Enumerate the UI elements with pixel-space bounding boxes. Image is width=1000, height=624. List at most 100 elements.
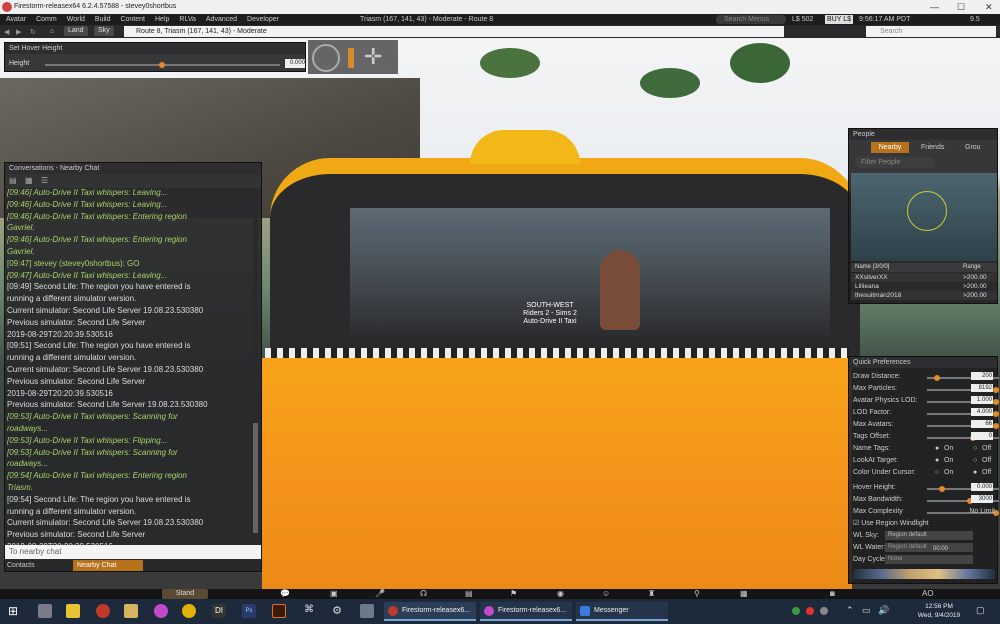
- name-column-header[interactable]: Name [3/0/0]: [855, 263, 889, 272]
- pref-value[interactable]: 1.000: [971, 396, 993, 404]
- history-icon[interactable]: ▦: [25, 176, 33, 185]
- radio-off-icon[interactable]: ○: [973, 457, 977, 464]
- speak-button-icon[interactable]: ☊: [420, 589, 427, 598]
- notes-icon[interactable]: [66, 604, 80, 618]
- chat-button-icon[interactable]: 💬: [280, 589, 290, 598]
- wl-water-select[interactable]: Region default: [885, 543, 973, 552]
- people-button-icon[interactable]: ☺: [602, 589, 610, 598]
- people-row[interactable]: Lillieana >200.00: [851, 282, 997, 291]
- maximize-icon[interactable]: ☐: [957, 0, 965, 14]
- pref-value[interactable]: 4.000: [971, 408, 993, 416]
- search-button-icon[interactable]: ⚲: [694, 589, 700, 598]
- hover-height-value[interactable]: 0.000: [971, 483, 993, 491]
- tab-contacts[interactable]: Contacts: [5, 560, 71, 571]
- land-button[interactable]: Land: [64, 26, 88, 36]
- hover-height-value[interactable]: 0.000: [285, 59, 305, 68]
- file-explorer-icon[interactable]: [124, 604, 138, 618]
- minimap[interactable]: [851, 173, 997, 261]
- menu-build[interactable]: Build: [95, 14, 111, 25]
- menu-rlva[interactable]: RLVa: [179, 14, 195, 25]
- photos-icon[interactable]: [360, 604, 374, 618]
- pref-value[interactable]: 66: [971, 420, 993, 428]
- movement-controls[interactable]: ✛: [308, 40, 398, 74]
- facebook-button-icon[interactable]: ▤: [465, 589, 473, 598]
- menu-developer[interactable]: Developer: [247, 14, 279, 25]
- people-row[interactable]: thesuitman2018 >200.00: [851, 291, 997, 300]
- walk-button-icon[interactable]: ⚑: [510, 589, 517, 598]
- map-button-icon[interactable]: ▣: [330, 589, 338, 598]
- di-app-icon[interactable]: DI: [212, 604, 226, 618]
- menu-search-input[interactable]: Search Menus: [716, 15, 786, 24]
- wl-sky-select[interactable]: Region default: [885, 531, 973, 540]
- zoom-slider[interactable]: [348, 48, 354, 68]
- sky-button[interactable]: Sky: [94, 26, 114, 36]
- chat-message: Previous simulator: Second Life Server: [7, 376, 146, 386]
- taskbar-item-firestorm-1[interactable]: Firestorm-releasex6...: [384, 602, 476, 621]
- menu-comm[interactable]: Comm: [36, 14, 57, 25]
- menu-content[interactable]: Content: [120, 14, 145, 25]
- chat-scrollbar[interactable]: [253, 193, 258, 543]
- view-button-icon[interactable]: ◉: [557, 589, 564, 598]
- menu-avatar[interactable]: Avatar: [6, 14, 26, 25]
- snapshot-button-icon[interactable]: ◙: [830, 589, 835, 598]
- home-icon[interactable]: ⌂: [50, 25, 54, 38]
- tray-icon[interactable]: [792, 607, 800, 615]
- firestorm-icon[interactable]: [96, 604, 110, 618]
- radio-on-icon[interactable]: ●: [935, 445, 939, 452]
- menu-help[interactable]: Help: [155, 14, 169, 25]
- network-icon[interactable]: ▭: [862, 605, 871, 616]
- windows-start-icon[interactable]: ⊞: [8, 604, 22, 618]
- volume-icon[interactable]: 🔊: [878, 605, 889, 616]
- voice-button-icon[interactable]: 🎤: [375, 589, 385, 598]
- radio-off-icon[interactable]: ●: [973, 469, 977, 476]
- minimize-icon[interactable]: —: [930, 0, 939, 14]
- day-cycle-track[interactable]: [853, 569, 995, 579]
- people-row[interactable]: XXsilverXX >200.00: [851, 273, 997, 282]
- settings-icon[interactable]: ☰: [41, 176, 48, 185]
- day-cycle-select[interactable]: None: [885, 555, 973, 564]
- taskbar-item-messenger[interactable]: Messenger: [576, 602, 668, 621]
- system-clock[interactable]: 12:56 PM Wed, 9/4/2019: [914, 602, 964, 620]
- tray-icon[interactable]: [820, 607, 828, 615]
- camera-orbit-icon[interactable]: [312, 44, 340, 72]
- max-bandwidth-value[interactable]: 3000: [971, 495, 993, 503]
- appearance-button-icon[interactable]: ♜: [648, 589, 655, 598]
- chat-icon[interactable]: ▤: [9, 176, 17, 185]
- search-input[interactable]: Search: [866, 26, 996, 37]
- pan-icon[interactable]: ✛: [364, 44, 382, 70]
- hover-height-slider[interactable]: [45, 62, 280, 68]
- illustrator-icon[interactable]: [272, 604, 286, 618]
- cortana-icon[interactable]: [38, 604, 52, 618]
- radio-off-icon[interactable]: ○: [973, 445, 977, 452]
- radio-on-icon[interactable]: ●: [935, 457, 939, 464]
- menu-world[interactable]: World: [67, 14, 85, 25]
- firefox-icon[interactable]: [154, 604, 168, 618]
- chrome-icon[interactable]: [182, 604, 196, 618]
- stand-button[interactable]: Stand: [162, 589, 208, 599]
- radio-on-icon[interactable]: ○: [935, 469, 939, 476]
- location-input[interactable]: Route 8, Triasm (167, 141, 43) - Moderat…: [124, 26, 784, 37]
- tray-icon[interactable]: [806, 607, 814, 615]
- ao-button[interactable]: AO: [922, 589, 934, 598]
- pref-value[interactable]: 200: [971, 372, 993, 380]
- tab-groups[interactable]: Grou: [965, 142, 981, 153]
- tab-friends[interactable]: Friends: [921, 142, 944, 153]
- photoshop-icon[interactable]: Ps: [242, 604, 256, 618]
- region-windlight-checkbox[interactable]: ☑ Use Region Windlight: [853, 519, 929, 527]
- chevron-up-icon[interactable]: ⌃: [846, 605, 854, 616]
- settings-gear-icon[interactable]: ⚙: [330, 604, 344, 618]
- world-map-button-icon[interactable]: ▦: [740, 589, 748, 598]
- filter-people-input[interactable]: Filter People: [855, 157, 935, 168]
- notifications-icon[interactable]: ▢: [976, 605, 985, 616]
- close-icon[interactable]: ✕: [985, 0, 993, 14]
- nearby-chat-input[interactable]: To nearby chat: [5, 545, 261, 559]
- tab-nearby[interactable]: Nearby: [871, 142, 909, 153]
- taskbar-item-firestorm-2[interactable]: Firestorm-releasex6...: [480, 602, 572, 621]
- pref-value[interactable]: 8192: [971, 384, 993, 392]
- menu-advanced[interactable]: Advanced: [206, 14, 237, 25]
- buy-currency-button[interactable]: BUY L$: [825, 15, 853, 24]
- pref-value[interactable]: 0: [971, 432, 993, 440]
- gamepad-icon[interactable]: ⌘: [302, 604, 316, 618]
- range-column-header[interactable]: Range: [963, 263, 981, 272]
- tab-nearby-chat[interactable]: Nearby Chat: [73, 560, 143, 571]
